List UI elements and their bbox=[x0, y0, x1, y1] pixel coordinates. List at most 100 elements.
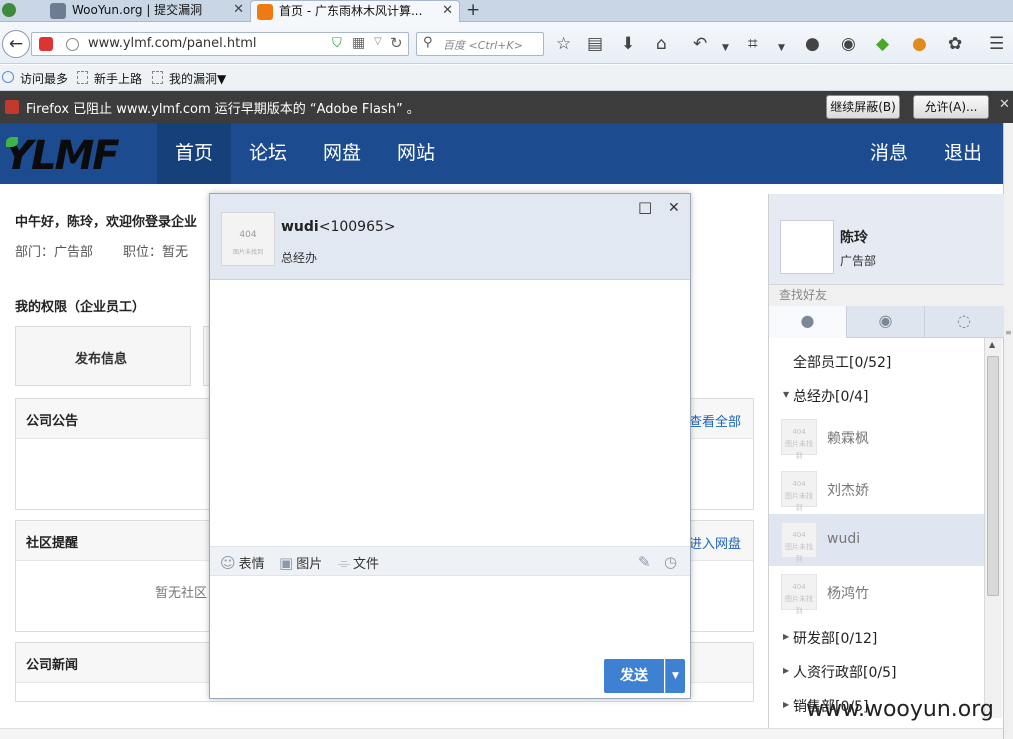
person-icon: ● bbox=[800, 311, 815, 330]
extension-green-icon[interactable]: ◆ bbox=[876, 35, 889, 53]
image-label: 图片 bbox=[296, 557, 323, 572]
collapsed-arrow-icon[interactable]: ▶ bbox=[783, 632, 789, 641]
collapsed-arrow-icon[interactable]: ▶ bbox=[783, 700, 789, 709]
bookmark-my-vulns[interactable]: 我的漏洞▼ bbox=[169, 70, 226, 87]
contact-item[interactable]: 404 图片未找到 刘杰娇 bbox=[769, 463, 984, 515]
home-icon[interactable]: ⌂ bbox=[656, 35, 667, 53]
scroll-up-icon[interactable]: ▲ bbox=[989, 340, 995, 349]
history-button[interactable]: ◷ bbox=[664, 553, 680, 571]
maximize-icon[interactable]: □ bbox=[638, 198, 652, 216]
tab-ylmf[interactable]: 首页 - 广东雨林木风计算... ✕ bbox=[250, 0, 460, 22]
enter-netdisk-link[interactable]: 进入网盘 bbox=[689, 533, 741, 552]
page-icon bbox=[152, 71, 163, 84]
message-history[interactable] bbox=[210, 281, 690, 545]
contact-panel: 陈玲 广告部 查找好友 ● ◉ ◌ 全部员工[0/52] ▼ 总经办[0/4] … bbox=[768, 194, 1004, 739]
nav-netdisk[interactable]: 网盘 bbox=[305, 123, 379, 184]
firefox-menu-icon[interactable] bbox=[2, 3, 16, 17]
broom-icon: ✎ bbox=[638, 553, 651, 571]
dropdown-icon[interactable]: ▽ bbox=[374, 36, 382, 47]
palette-icon[interactable]: ✿ bbox=[948, 35, 962, 53]
friend-search-input[interactable]: 查找好友 bbox=[769, 284, 1004, 306]
nav-forum[interactable]: 论坛 bbox=[231, 123, 305, 184]
panel-tabs: ● ◉ ◌ bbox=[769, 306, 1004, 338]
ylmf-logo[interactable]: YLMF bbox=[4, 133, 120, 179]
chat-toolbar: ☺ 表情 ▣ 图片 ⌯ 文件 ✎ ◷ bbox=[210, 546, 690, 576]
expanded-arrow-icon[interactable]: ▼ bbox=[783, 390, 789, 399]
shield-icon[interactable]: ⛉ bbox=[332, 36, 342, 51]
permission-title: 我的权限（企业员工） bbox=[15, 300, 146, 315]
search-box[interactable]: ⚲ 百度 <Ctrl+K> bbox=[416, 32, 544, 56]
close-tab-icon[interactable]: ✕ bbox=[233, 0, 244, 20]
menu-icon[interactable]: ☰ bbox=[989, 35, 1004, 53]
close-notification-icon[interactable]: ✕ bbox=[999, 97, 1010, 112]
contact-name: 赖霖枫 bbox=[827, 431, 869, 447]
tab-contacts[interactable]: ● bbox=[769, 306, 847, 338]
message-input[interactable] bbox=[210, 578, 690, 654]
allow-flash-button[interactable]: 允许(A)... bbox=[913, 95, 989, 119]
user-dept: 广告部 bbox=[840, 254, 877, 268]
reload-icon[interactable]: ↻ bbox=[390, 34, 403, 52]
message-icon[interactable]: ◉ bbox=[841, 35, 856, 53]
contact-item[interactable]: 404 图片未找到 赖霖枫 bbox=[769, 411, 984, 463]
publish-info-button[interactable]: 发布信息 bbox=[15, 326, 191, 386]
group-rnd[interactable]: 研发部[0/12] bbox=[793, 628, 877, 648]
chevron-down-icon: ▼ bbox=[672, 671, 679, 681]
send-button[interactable]: 发送 bbox=[604, 659, 664, 693]
collapsed-arrow-icon[interactable]: ▶ bbox=[783, 666, 789, 675]
back-button[interactable]: ← bbox=[2, 30, 30, 58]
user-name: 陈玲 bbox=[840, 230, 868, 246]
nav-website[interactable]: 网站 bbox=[379, 123, 453, 184]
view-all-link[interactable]: 查看全部 bbox=[689, 411, 741, 430]
download-icon[interactable]: ⬇ bbox=[621, 35, 635, 53]
bookmark-getting-started[interactable]: 新手上路 bbox=[94, 70, 142, 87]
page-scrollbar[interactable]: ≡ bbox=[1003, 123, 1013, 739]
qr-icon[interactable]: ▦ bbox=[352, 35, 365, 51]
nav-messages[interactable]: 消息 bbox=[852, 123, 926, 184]
send-options-dropdown[interactable]: ▼ bbox=[665, 659, 685, 693]
smiley-icon: ☺ bbox=[220, 554, 236, 572]
new-tab-button[interactable]: + bbox=[466, 0, 480, 20]
contact-scrollbar[interactable]: ▲ bbox=[984, 338, 1002, 718]
emoji-button[interactable]: ☺ 表情 bbox=[220, 553, 265, 572]
url-text[interactable]: www.ylmf.com/panel.html bbox=[88, 36, 257, 51]
undo-icon[interactable]: ↶ bbox=[693, 35, 707, 53]
nav-logout[interactable]: 退出 bbox=[926, 123, 1000, 184]
block-icon[interactable] bbox=[39, 37, 53, 51]
reading-list-icon[interactable]: ▤ bbox=[587, 35, 603, 53]
contact-item[interactable]: 404 图片未找到 杨鸿竹 bbox=[769, 566, 984, 618]
tab-groups[interactable]: ◉ bbox=[847, 306, 925, 338]
close-icon[interactable]: ✕ bbox=[668, 200, 680, 216]
clear-button[interactable]: ✎ bbox=[638, 553, 654, 571]
chat-icon: ◌ bbox=[957, 311, 971, 330]
url-bar[interactable]: www.ylmf.com/panel.html ⛉ ▦ ▽ ↻ bbox=[31, 32, 409, 56]
crop-icon[interactable]: ⌗ bbox=[748, 35, 758, 53]
tab-wooyun[interactable]: WooYun.org | 提交漏洞 ✕ bbox=[44, 0, 250, 22]
dropdown-icon[interactable]: ▼ bbox=[778, 39, 785, 57]
avatar-missing-text: 图片未找到 bbox=[232, 249, 263, 256]
image-icon: ▣ bbox=[279, 554, 294, 572]
group-hr[interactable]: 人资行政部[0/5] bbox=[793, 662, 896, 682]
contact-item-selected[interactable]: 404 图片未找到 wudi bbox=[769, 514, 984, 566]
continue-block-button[interactable]: 继续屏蔽(B) bbox=[826, 95, 900, 119]
publish-label: 发布信息 bbox=[75, 352, 128, 367]
close-tab-icon[interactable]: ✕ bbox=[442, 1, 453, 21]
community-title: 社区提醒 bbox=[26, 536, 79, 551]
wooyun-favicon bbox=[50, 3, 66, 19]
nav-home[interactable]: 首页 bbox=[157, 123, 231, 184]
all-staff[interactable]: 全部员工[0/52] bbox=[793, 352, 891, 372]
chat-bubble-icon[interactable]: ● bbox=[805, 35, 820, 53]
bookmark-star-icon[interactable]: ☆ bbox=[556, 35, 571, 53]
chat-header: 404 图片未找到 wudi<100965> 总经办 □ ✕ bbox=[210, 194, 690, 280]
avatar[interactable] bbox=[780, 220, 834, 274]
ylmf-favicon bbox=[257, 4, 273, 20]
bookmark-most-visited[interactable]: 访问最多 bbox=[20, 70, 68, 87]
dropdown-icon[interactable]: ▼ bbox=[722, 39, 729, 57]
news-title: 公司新闻 bbox=[26, 658, 79, 673]
group-general-office[interactable]: 总经办[0/4] bbox=[793, 386, 868, 406]
scrollbar-thumb[interactable] bbox=[987, 356, 999, 596]
tab-recent[interactable]: ◌ bbox=[925, 306, 1003, 338]
file-button[interactable]: ⌯ 文件 bbox=[338, 553, 379, 572]
extension-orange-icon[interactable]: ● bbox=[912, 35, 927, 53]
image-button[interactable]: ▣ 图片 bbox=[279, 553, 322, 572]
plugin-blocked-icon bbox=[5, 100, 19, 114]
